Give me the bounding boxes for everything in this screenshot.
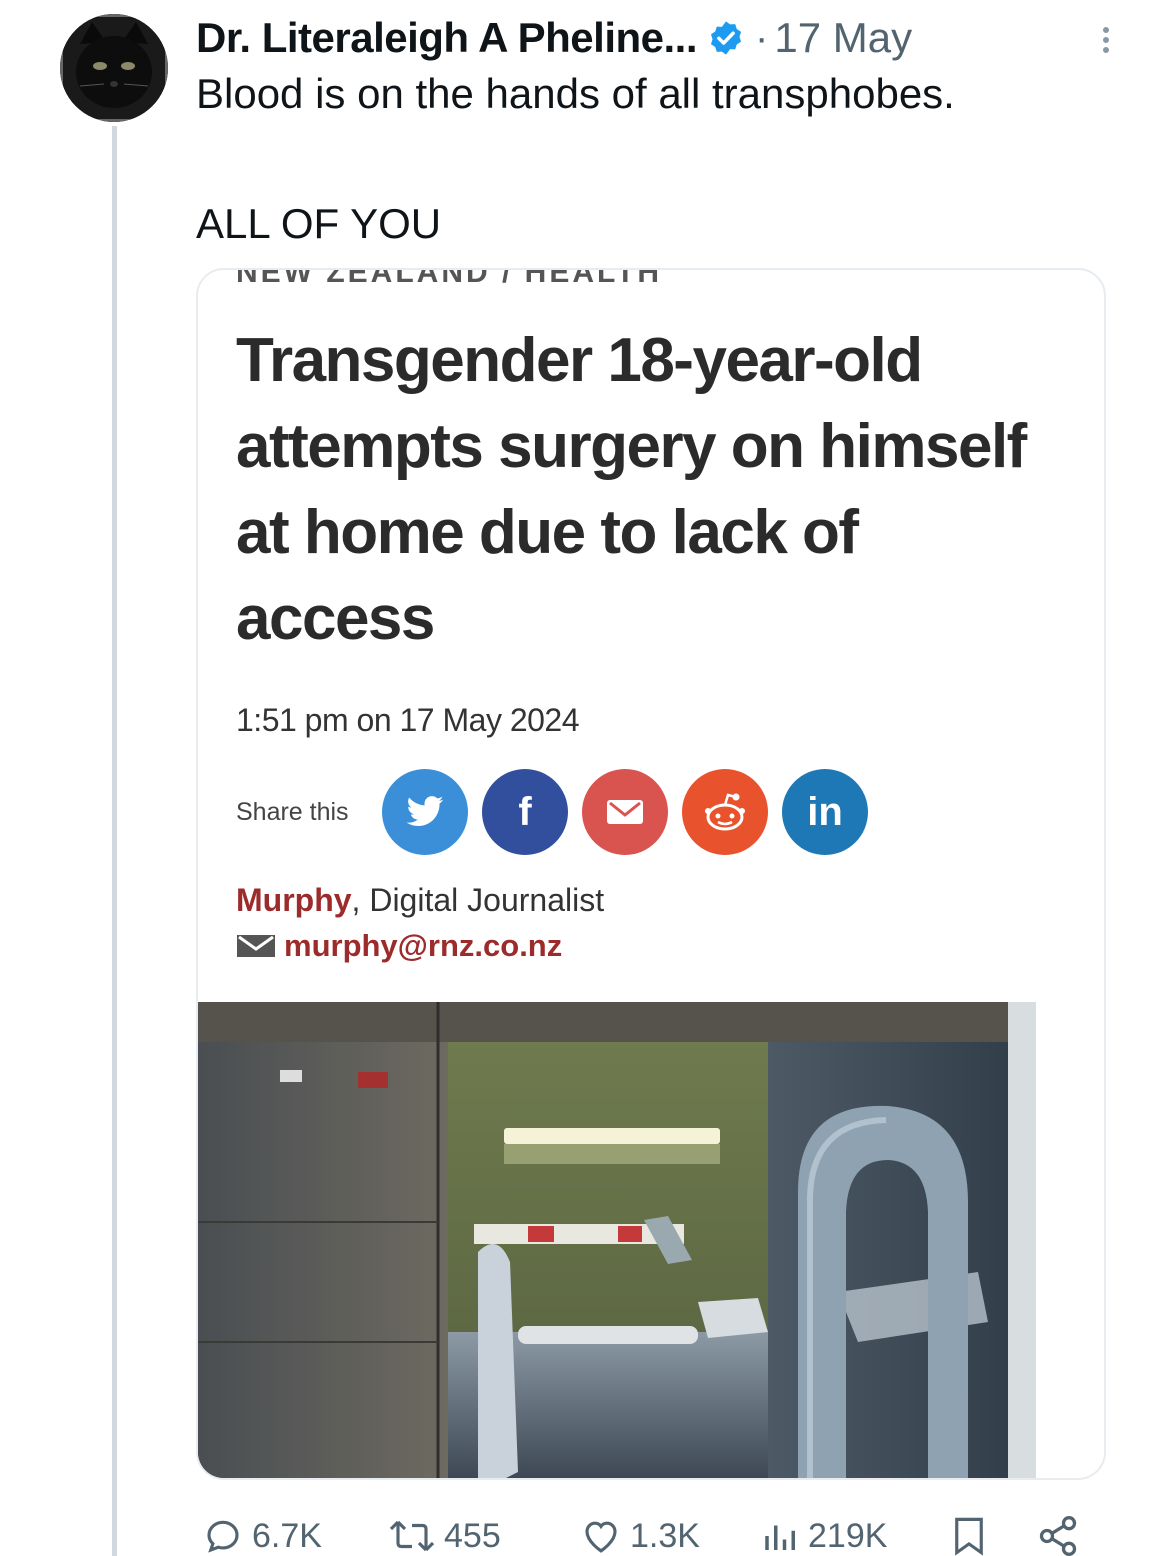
like-button[interactable]: 1.3K bbox=[578, 1515, 700, 1556]
twitter-share-button bbox=[382, 769, 468, 855]
author-email-row: murphy@rnz.co.nz bbox=[236, 928, 562, 964]
facebook-f-icon: f bbox=[518, 789, 532, 834]
avatar[interactable] bbox=[60, 14, 168, 122]
reddit-share-button bbox=[682, 769, 768, 855]
linkedin-in-icon: in bbox=[807, 789, 843, 834]
author-email: murphy@rnz.co.nz bbox=[284, 928, 563, 963]
attached-image-card[interactable]: NEW ZEALAND / HEALTH Transgender 18-year… bbox=[196, 268, 1106, 1480]
article-section-label: NEW ZEALAND / HEALTH bbox=[236, 268, 663, 289]
author-name: Murphy bbox=[236, 882, 352, 918]
reply-button[interactable]: 6.7K bbox=[200, 1515, 322, 1556]
post-text-line-2: ALL OF YOU bbox=[196, 200, 442, 247]
post-text: Blood is on the hands of all transphobes… bbox=[196, 68, 1136, 250]
bookmark-button[interactable] bbox=[948, 1514, 996, 1556]
article-byline: Murphy, Digital Journalist bbox=[236, 882, 604, 919]
post-date[interactable]: 17 May bbox=[774, 14, 912, 62]
linkedin-share-button: in bbox=[782, 769, 868, 855]
post-header: Dr. Literaleigh A Pheline... · 17 May bbox=[196, 10, 1116, 66]
hospital-bed-photo bbox=[198, 1002, 1036, 1478]
post-actions: 6.7K 455 1.3K 219K bbox=[196, 1508, 1086, 1556]
repost-button[interactable]: 455 bbox=[386, 1515, 501, 1556]
bookmark-icon bbox=[955, 1517, 983, 1556]
reply-count: 6.7K bbox=[252, 1516, 322, 1555]
author-role: , Digital Journalist bbox=[351, 882, 605, 918]
share-nodes-icon bbox=[1039, 1516, 1077, 1556]
article-headline: Transgender 18-year-old attempts surgery… bbox=[236, 326, 1027, 653]
share-label: Share this bbox=[236, 797, 349, 826]
view-count: 219K bbox=[808, 1516, 888, 1555]
analytics-icon bbox=[765, 1525, 795, 1550]
date-separator: · bbox=[755, 15, 769, 60]
more-options-icon[interactable] bbox=[1096, 20, 1116, 60]
like-count: 1.3K bbox=[630, 1516, 700, 1555]
reply-icon bbox=[207, 1520, 239, 1553]
repost-count: 455 bbox=[444, 1516, 501, 1555]
facebook-share-button: f bbox=[482, 769, 568, 855]
email-share-button bbox=[582, 769, 668, 855]
thread-line bbox=[112, 126, 117, 1556]
heart-icon bbox=[585, 1521, 617, 1553]
share-row: Share this f in bbox=[236, 768, 882, 856]
mail-icon bbox=[237, 935, 275, 957]
article-timestamp: 1:51 pm on 17 May 2024 bbox=[236, 702, 580, 738]
share-button[interactable] bbox=[1036, 1514, 1086, 1556]
display-name[interactable]: Dr. Literaleigh A Pheline... bbox=[196, 14, 698, 62]
views-button[interactable]: 219K bbox=[760, 1515, 887, 1556]
reddit-alien-icon bbox=[705, 793, 745, 831]
repost-icon bbox=[389, 1520, 435, 1552]
verified-badge-icon bbox=[710, 21, 742, 55]
post-text-line-1: Blood is on the hands of all transphobes… bbox=[196, 70, 955, 117]
black-cat-avatar bbox=[60, 14, 168, 122]
hospital-room-image bbox=[198, 1002, 1036, 1478]
twitter-bird-icon bbox=[406, 796, 444, 826]
envelope-icon bbox=[607, 800, 643, 824]
